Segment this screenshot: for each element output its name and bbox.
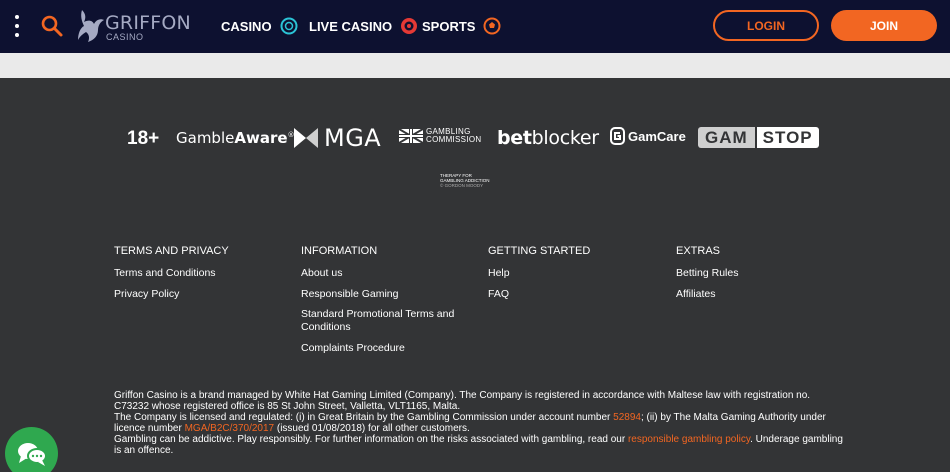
brand-name: GRIFFON (105, 12, 191, 34)
brand-subtitle: CASINO (106, 32, 144, 42)
footer-link-about[interactable]: About us (301, 267, 481, 280)
casino-chip-icon (280, 17, 298, 35)
gambleaware-text-2: Aware (234, 129, 288, 147)
gambleaware-logo[interactable]: GambleAware® (176, 129, 295, 147)
footer-link-affiliates[interactable]: Affiliates (676, 288, 856, 301)
roulette-icon (401, 18, 418, 34)
footer-column-title: INFORMATION (301, 245, 378, 257)
gambling-commission-account-link[interactable]: 52894 (613, 412, 641, 423)
mga-text: MGA (324, 124, 382, 152)
join-button[interactable]: JOIN (831, 10, 937, 41)
union-flag-icon (399, 129, 423, 143)
gamcare-logo[interactable]: GamCare (610, 127, 686, 145)
age-18-plus-logo: 18+ (127, 128, 160, 149)
gordon-moody-line-3: © GORDON MOODY (440, 183, 484, 188)
gamcare-text: GamCare (628, 128, 686, 144)
footer-column-information: INFORMATION About us Responsible Gaming … (301, 246, 481, 362)
nav-sports-label: SPORTS (422, 18, 476, 34)
legal-responsible-gambling: Gambling can be addictive. Play responsi… (114, 434, 844, 456)
nav-live-casino-label: LIVE CASINO (309, 18, 393, 34)
legal-company-info: Griffon Casino is a brand managed by Whi… (114, 390, 811, 412)
footer-column-getting-started: GETTING STARTED Help FAQ (488, 246, 668, 308)
nav-sports[interactable]: SPORTS (422, 15, 501, 37)
mga-logo[interactable]: MGA (294, 124, 382, 152)
footer-link-help[interactable]: Help (488, 267, 668, 280)
gamstop-text-2: STOP (754, 127, 819, 148)
nav-live-casino[interactable]: LIVE CASINO (309, 15, 418, 37)
griffon-casino-logo[interactable]: GRIFFON CASINO (76, 8, 191, 44)
mga-mark-icon (294, 128, 318, 148)
nav-casino[interactable]: CASINO (221, 15, 298, 37)
legal-licensing: The Company is licensed and regulated: (… (114, 412, 844, 434)
mga-licence-link[interactable]: MGA/B2C/370/2017 (185, 423, 275, 434)
betblocker-text-1: bet (497, 127, 532, 149)
responsible-gambling-policy-link[interactable]: responsible gambling policy (628, 434, 750, 445)
footer-link-privacy[interactable]: Privacy Policy (114, 288, 294, 301)
search-icon[interactable] (40, 14, 64, 38)
footer-column-extras: EXTRAS Betting Rules Affiliates (676, 246, 856, 308)
footer-column-title: TERMS AND PRIVACY (114, 245, 229, 257)
partner-logos: 18+ GambleAware® MGA GAMBLING COMMISSION… (0, 120, 950, 160)
gamstop-logo[interactable]: GAM STOP (698, 127, 819, 148)
footer-column-terms: TERMS AND PRIVACY Terms and Conditions P… (114, 246, 294, 308)
gordon-moody-logo[interactable]: THERAPY FOR GAMBLING ADDICTION © GORDON … (440, 173, 500, 188)
nav-casino-label: CASINO (221, 18, 272, 34)
menu-kebab-icon[interactable] (13, 15, 21, 37)
footer-link-promo-terms[interactable]: Standard Promotional Terms and Condition… (301, 308, 461, 334)
legal-text: Griffon Casino is a brand managed by Whi… (114, 390, 844, 456)
login-button[interactable]: LOGIN (713, 10, 819, 41)
footer-link-responsible-gaming[interactable]: Responsible Gaming (301, 288, 481, 301)
sports-ball-icon (483, 17, 501, 35)
footer-column-title: EXTRAS (676, 245, 721, 257)
gamcare-g-icon (610, 127, 625, 145)
betblocker-text-2: blocker (531, 127, 599, 149)
live-chat-button[interactable] (5, 427, 58, 472)
gambling-commission-line-2: COMMISSION (426, 135, 482, 144)
betblocker-logo[interactable]: betblocker (497, 127, 599, 149)
footer-link-complaints[interactable]: Complaints Procedure (301, 342, 481, 355)
gamstop-text-1: GAM (698, 127, 755, 148)
footer-link-terms[interactable]: Terms and Conditions (114, 267, 294, 280)
gambling-commission-logo[interactable]: GAMBLING COMMISSION (399, 128, 481, 144)
gambleaware-text-1: Gamble (176, 129, 235, 147)
top-navigation-bar: GRIFFON CASINO CASINO LIVE CASINO SPORTS… (0, 0, 950, 53)
gambling-commission-text: GAMBLING COMMISSION (426, 128, 481, 144)
page-content-area (0, 53, 950, 78)
legal-licensing-text-1: The Company is licensed and regulated: (… (114, 412, 614, 423)
legal-responsible-text-1: Gambling can be addictive. Play responsi… (114, 434, 628, 445)
chat-bubbles-icon (17, 442, 47, 466)
footer-column-title: GETTING STARTED (488, 245, 591, 257)
legal-licensing-text-3: (issued 01/08/2018) for all other custom… (274, 423, 470, 434)
footer-link-betting-rules[interactable]: Betting Rules (676, 267, 856, 280)
griffon-emblem-icon (78, 10, 104, 42)
footer-link-faq[interactable]: FAQ (488, 288, 668, 301)
